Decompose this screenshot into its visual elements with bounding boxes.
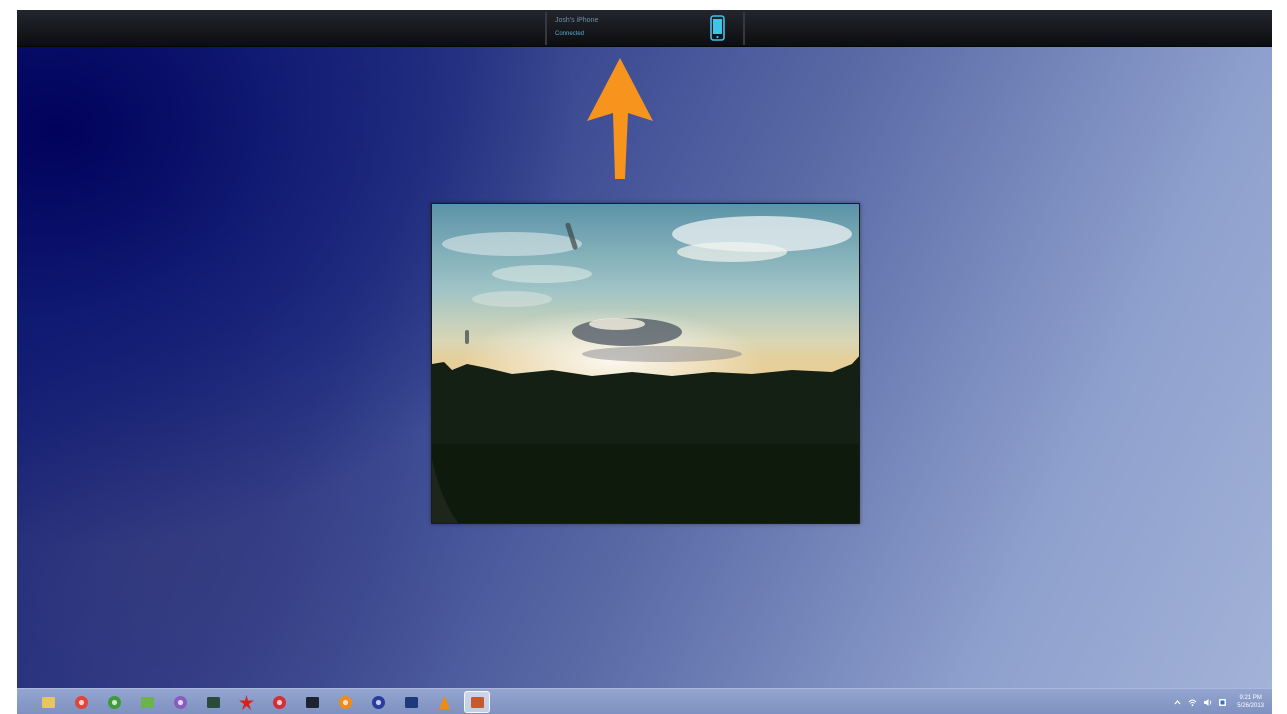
file-explorer-icon bbox=[41, 696, 55, 708]
media-player-taskbar-button[interactable] bbox=[169, 691, 191, 713]
blender-taskbar-button[interactable] bbox=[334, 691, 356, 713]
utorrent-icon bbox=[107, 695, 121, 709]
terminal-taskbar-button[interactable] bbox=[202, 691, 224, 713]
desktop: Josh's iPhone Connected 9:21 PM 5/26/201… bbox=[17, 10, 1272, 714]
red-star-app-icon bbox=[238, 694, 254, 710]
volume-icon[interactable] bbox=[1203, 698, 1212, 707]
blender-icon bbox=[338, 695, 352, 709]
annotation-arrow-icon bbox=[587, 58, 653, 179]
globe-app-icon bbox=[371, 695, 385, 709]
media-player-icon bbox=[173, 695, 187, 709]
taskbar-pinned-apps bbox=[37, 691, 499, 713]
photoshop-icon bbox=[404, 696, 418, 708]
red-app-taskbar-button[interactable] bbox=[268, 691, 290, 713]
network-icon[interactable] bbox=[1188, 698, 1197, 707]
show-hidden-icons-chevron-icon[interactable] bbox=[1173, 698, 1182, 707]
image-viewer-taskbar-button[interactable] bbox=[136, 691, 158, 713]
dark-window-taskbar-button[interactable] bbox=[301, 691, 323, 713]
active-app-icon bbox=[470, 696, 484, 708]
device-name: Josh's iPhone bbox=[555, 17, 599, 24]
device-bar: Josh's iPhone Connected bbox=[17, 10, 1272, 47]
taskbar-clock[interactable]: 9:21 PM 5/26/2013 bbox=[1237, 694, 1264, 710]
vlc-icon bbox=[438, 695, 450, 709]
photo-image bbox=[432, 204, 859, 523]
red-app-icon bbox=[272, 695, 286, 709]
photo-viewer[interactable] bbox=[431, 203, 860, 524]
clock-date: 5/26/2013 bbox=[1237, 703, 1264, 709]
chrome-icon bbox=[74, 695, 88, 709]
chrome-taskbar-button[interactable] bbox=[70, 691, 92, 713]
active-app-taskbar-button[interactable] bbox=[464, 691, 490, 713]
photoshop-taskbar-button[interactable] bbox=[400, 691, 422, 713]
dark-window-icon bbox=[305, 696, 319, 708]
image-viewer-icon bbox=[140, 696, 154, 708]
clock-time: 9:21 PM bbox=[1239, 695, 1262, 701]
terminal-icon bbox=[206, 696, 220, 708]
red-star-app-taskbar-button[interactable] bbox=[235, 691, 257, 713]
action-center-icon[interactable] bbox=[1218, 698, 1227, 707]
phone-icon[interactable] bbox=[710, 15, 725, 41]
utorrent-taskbar-button[interactable] bbox=[103, 691, 125, 713]
file-explorer-taskbar-button[interactable] bbox=[37, 691, 59, 713]
device-status: Connected bbox=[555, 31, 585, 37]
taskbar: 9:21 PM 5/26/2013 bbox=[17, 688, 1272, 714]
globe-app-taskbar-button[interactable] bbox=[367, 691, 389, 713]
vlc-taskbar-button[interactable] bbox=[433, 691, 455, 713]
device-panel[interactable]: Josh's iPhone Connected bbox=[545, 12, 745, 45]
system-tray: 9:21 PM 5/26/2013 bbox=[1173, 691, 1264, 713]
